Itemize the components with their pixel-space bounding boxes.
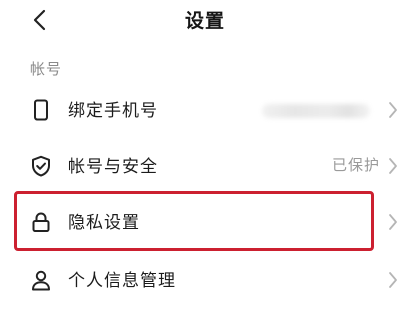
row-label: 个人信息管理 bbox=[68, 271, 176, 291]
settings-row-personal-info[interactable]: 个人信息管理 bbox=[0, 252, 410, 308]
settings-row-bind-phone[interactable]: 绑定手机号 bbox=[0, 82, 410, 138]
status-text: 已保护 bbox=[331, 156, 380, 174]
chevron-right-icon bbox=[389, 102, 397, 118]
settings-row-account-security[interactable]: 帐号与安全 已保护 bbox=[0, 138, 410, 194]
chevron-right-icon bbox=[389, 158, 397, 174]
user-icon bbox=[32, 270, 50, 291]
blurred-phone-number bbox=[262, 104, 370, 118]
settings-row-privacy[interactable]: 隐私设置 bbox=[0, 194, 410, 250]
chevron-right-icon bbox=[389, 272, 397, 288]
row-label: 帐号与安全 bbox=[68, 157, 158, 177]
chevron-right-icon bbox=[389, 214, 397, 230]
row-label: 隐私设置 bbox=[68, 213, 140, 233]
lock-icon bbox=[32, 212, 50, 232]
page-title: 设置 bbox=[184, 10, 225, 32]
row-label: 绑定手机号 bbox=[68, 101, 158, 121]
phone-icon bbox=[34, 99, 48, 121]
section-title-account: 帐号 bbox=[30, 60, 63, 78]
shield-check-icon bbox=[32, 155, 50, 177]
top-bar: 设置 bbox=[0, 0, 410, 40]
